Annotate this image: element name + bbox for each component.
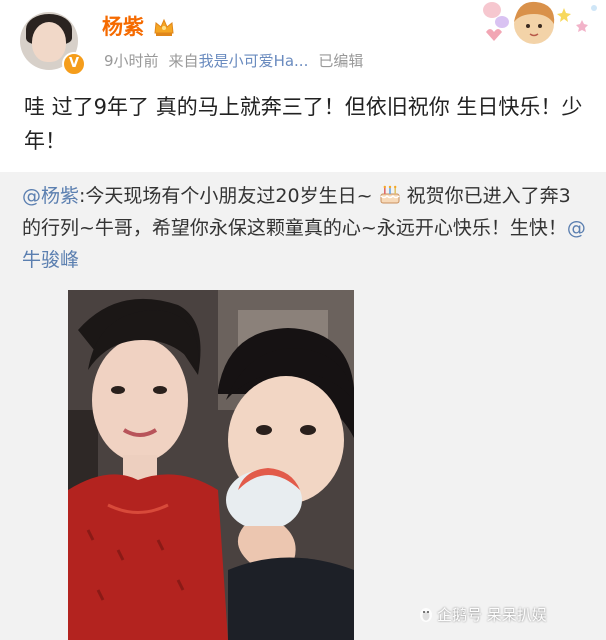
verified-v-icon: V: [62, 52, 86, 76]
post-time: 9小时前: [104, 52, 159, 70]
decoration-sticker: [483, 1, 597, 44]
source-prefix: 来自: [168, 52, 199, 70]
repost-text-part1: :今天现场有个小朋友过20岁生日~: [79, 185, 373, 207]
watermark-text: 企鹅号 呆呆扒娱: [437, 606, 547, 624]
penguin-logo-icon: [420, 608, 432, 622]
edited-label[interactable]: 已编辑: [318, 52, 363, 70]
repost-author-mention[interactable]: @杨紫: [22, 185, 79, 207]
crown-icon: [154, 18, 174, 36]
watermark: 企鹅号 呆呆扒娱: [418, 604, 547, 625]
post-meta: 9小时前 来自我是小可爱Ha... 已编辑: [104, 51, 363, 71]
birthday-cake-icon: [380, 185, 400, 204]
post-photo[interactable]: [68, 290, 354, 640]
avatar-face: [32, 22, 66, 62]
post-card: V 杨紫 9小时前 来自我是小可爱Ha... 已编辑 哇 过了9年了 真的马上就奔三…: [0, 0, 606, 172]
username[interactable]: 杨紫: [102, 14, 144, 40]
photo-illustration: [68, 290, 354, 640]
source-app-link[interactable]: 我是小可爱Ha...: [199, 52, 309, 70]
repost-text: @杨紫:今天现场有个小朋友过20岁生日~ 祝贺你已进入了奔3的行列~牛哥，希望你…: [22, 180, 588, 276]
post-text: 哇 过了9年了 真的马上就奔三了！但依旧祝你 生日快乐！少年！: [24, 95, 583, 153]
